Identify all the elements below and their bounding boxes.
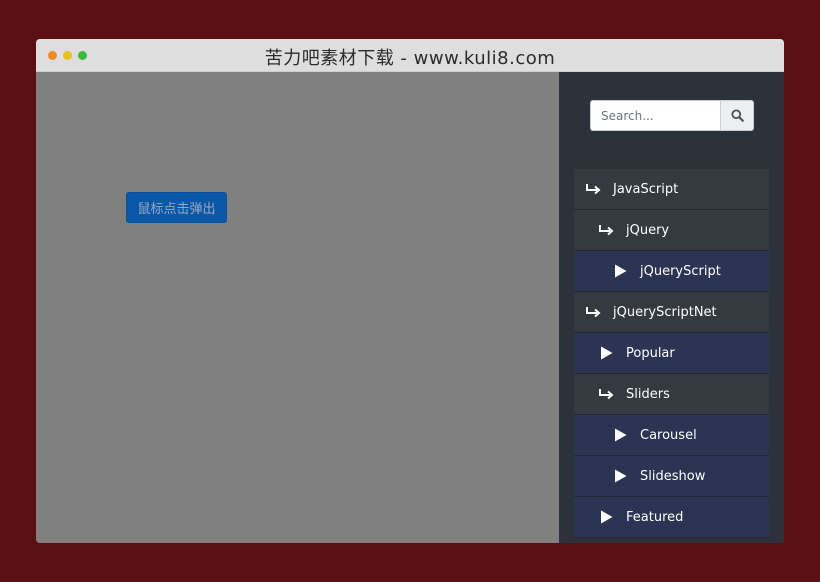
search-input[interactable] xyxy=(591,101,720,130)
return-arrow-icon xyxy=(584,305,602,319)
search-group xyxy=(590,100,754,131)
window-title: 苦力吧素材下载 - www.kuli8.com xyxy=(264,48,556,69)
menu-item-label: Popular xyxy=(626,345,675,361)
sidebar: JavaScript jQuery jQueryScript jQueryScr… xyxy=(559,72,784,543)
menu-item-label: jQuery xyxy=(626,222,670,238)
menu-item-slideshow[interactable]: Slideshow xyxy=(574,456,769,497)
main-content: 鼠标点击弹出 xyxy=(36,72,559,543)
play-icon xyxy=(597,510,615,524)
menu-item-label: jQueryScriptNet xyxy=(613,304,717,320)
menu-item-label: Slideshow xyxy=(640,468,706,484)
menu-item-label: Sliders xyxy=(626,386,670,402)
popup-button[interactable]: 鼠标点击弹出 xyxy=(126,192,227,223)
return-arrow-icon xyxy=(597,223,615,237)
menu-item-sliders[interactable]: Sliders xyxy=(574,374,769,415)
title-bar: 苦力吧素材下载 - www.kuli8.com xyxy=(36,39,784,72)
search-icon xyxy=(730,109,744,122)
menu-item-label: JavaScript xyxy=(613,181,679,197)
play-icon xyxy=(597,346,615,360)
sidebar-menu: JavaScript jQuery jQueryScript jQueryScr… xyxy=(574,169,769,538)
menu-item-label: jQueryScript xyxy=(640,263,721,279)
menu-item-javascript[interactable]: JavaScript xyxy=(574,169,769,210)
menu-item-jqueryscript[interactable]: jQueryScript xyxy=(574,251,769,292)
return-arrow-icon xyxy=(584,182,602,196)
browser-window: 苦力吧素材下载 - www.kuli8.com 鼠标点击弹出 JavaScrip… xyxy=(36,39,784,543)
menu-item-label: Featured xyxy=(626,509,684,525)
play-icon xyxy=(611,469,629,483)
play-icon xyxy=(611,264,629,278)
menu-item-jqueryscriptnet[interactable]: jQueryScriptNet xyxy=(574,292,769,333)
search-button[interactable] xyxy=(720,101,753,130)
menu-item-label: Carousel xyxy=(640,427,697,443)
play-icon xyxy=(611,428,629,442)
menu-item-featured[interactable]: Featured xyxy=(574,497,769,538)
menu-item-popular[interactable]: Popular xyxy=(574,333,769,374)
menu-item-carousel[interactable]: Carousel xyxy=(574,415,769,456)
return-arrow-icon xyxy=(597,387,615,401)
menu-item-jquery[interactable]: jQuery xyxy=(574,210,769,251)
